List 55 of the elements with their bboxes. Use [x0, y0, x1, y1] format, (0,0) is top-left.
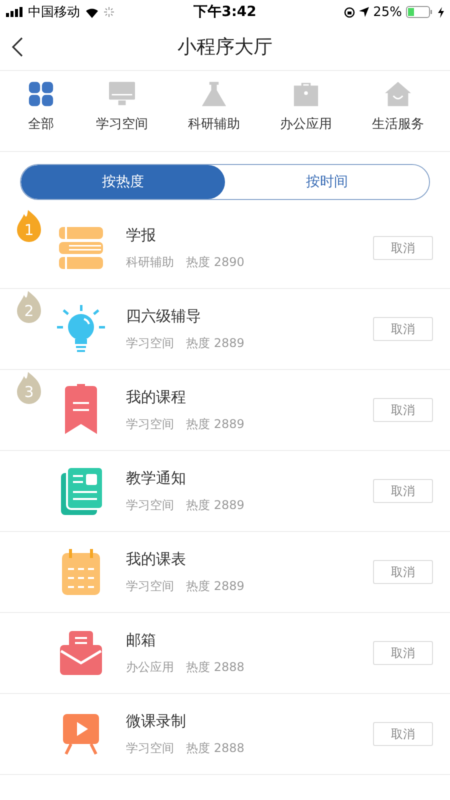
app-name: 四六级辅导 — [126, 306, 202, 326]
rank-badge: 3 — [16, 372, 42, 404]
wifi-icon — [84, 6, 100, 18]
flask-icon — [199, 81, 229, 107]
app-category: 学习空间 — [126, 416, 174, 432]
battery-icon — [406, 6, 434, 18]
app-category: 科研辅助 — [126, 254, 174, 270]
app-name: 邮箱 — [126, 630, 157, 650]
monitor-icon — [107, 81, 137, 107]
loading-icon — [104, 7, 114, 17]
signal-icon — [6, 7, 24, 17]
app-heat: 热度 2889 — [186, 416, 244, 432]
sort-tab[interactable]: 按热度 — [21, 165, 225, 199]
app-name: 微课录制 — [126, 712, 187, 730]
cancel-button[interactable]: 取消 — [373, 317, 433, 341]
app-category: 学习空间 — [126, 334, 174, 352]
app-name: 学报 — [126, 226, 157, 244]
app-heat: 热度 2889 — [186, 334, 244, 352]
category-tab[interactable]: 科研辅助 — [188, 81, 240, 133]
category-tab[interactable]: 生活服务 — [372, 81, 424, 133]
app-name: 教学通知 — [126, 468, 187, 488]
app-heat: 热度 2888 — [186, 740, 244, 756]
briefcase-icon — [291, 81, 321, 107]
app-category: 学习空间 — [126, 578, 174, 594]
cancel-button[interactable]: 取消 — [373, 236, 433, 260]
status-time: 下午3:42 — [194, 3, 256, 21]
app-name: 我的课程 — [126, 388, 187, 406]
category-tab[interactable]: 全部 — [26, 81, 56, 133]
app-category: 学习空间 — [126, 496, 174, 514]
rank-badge: 1 — [16, 210, 42, 242]
category-tab[interactable]: 办公应用 — [280, 81, 332, 133]
house-icon — [383, 81, 413, 107]
app-heat: 热度 2890 — [186, 254, 244, 270]
grid-icon — [26, 81, 56, 107]
app-heat: 热度 2889 — [186, 578, 244, 594]
cancel-button[interactable]: 取消 — [373, 560, 433, 584]
app-heat: 热度 2888 — [186, 658, 244, 676]
app-name: 我的课表 — [126, 550, 187, 568]
category-tab[interactable]: 学习空间 — [96, 81, 148, 133]
location-icon — [359, 7, 370, 17]
rank-badge: 2 — [16, 291, 42, 323]
battery-percent: 25% — [373, 4, 402, 20]
rotation-lock-icon — [344, 6, 356, 18]
page-title: 小程序大厅 — [178, 35, 272, 60]
cancel-button[interactable]: 取消 — [373, 479, 433, 503]
cancel-button[interactable]: 取消 — [373, 398, 433, 422]
app-category: 办公应用 — [126, 658, 174, 676]
cancel-button[interactable]: 取消 — [373, 722, 433, 746]
cancel-button[interactable]: 取消 — [373, 641, 433, 665]
charging-icon — [438, 6, 444, 18]
app-category: 学习空间 — [126, 740, 174, 756]
app-heat: 热度 2889 — [186, 496, 244, 514]
back-button[interactable] — [12, 37, 24, 57]
lightbulb-icon — [55, 303, 107, 355]
carrier-name: 中国移动 — [28, 4, 80, 21]
